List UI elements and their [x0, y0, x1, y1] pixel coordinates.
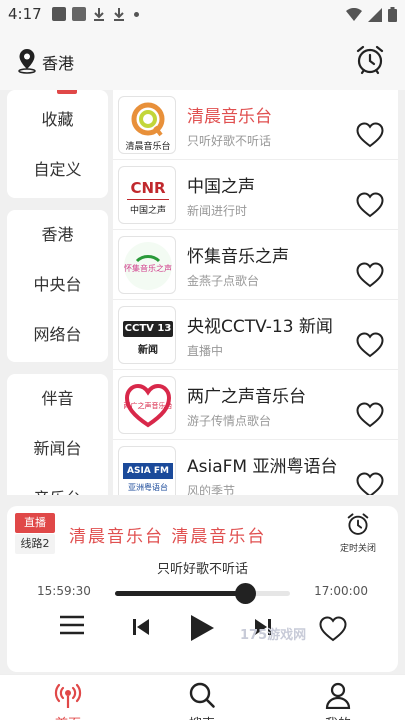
station-subtitle: 风的季节 — [187, 484, 236, 495]
station-row[interactable]: 清晨音乐台 清晨音乐台 只听好歌不听话 — [113, 90, 398, 160]
previous-icon[interactable] — [132, 618, 150, 636]
station-logo-subtext: 亚洲粤语台 — [128, 483, 168, 492]
status-time: 4:17 — [8, 5, 42, 23]
sleep-timer-label: 定时关闭 — [339, 544, 376, 554]
station-title: 央视CCTV-13 新闻 — [187, 317, 333, 337]
station-logo-subtext: 新闻 — [138, 345, 158, 356]
category-item-custom[interactable]: 自定义 — [7, 145, 108, 195]
notification-icons — [52, 7, 139, 21]
nav-mine-label: 我的 — [298, 713, 378, 720]
playlist-icon[interactable] — [59, 614, 85, 636]
station-logo-text: ASIA FM — [123, 463, 173, 479]
sleep-timer-button[interactable]: 定时关闭 — [336, 512, 380, 556]
radio-broadcast-icon — [54, 683, 82, 708]
category-group-regions: 香港 中央台 网络台 — [7, 210, 108, 362]
player-panel: 直播 线路2 清晨音乐台 清晨音乐台 定时关闭 只听好歌不听话 15:59:30… — [7, 506, 398, 672]
live-badge: 直播 — [15, 513, 55, 533]
favorite-heart-icon[interactable] — [356, 402, 384, 428]
more-notifications-icon — [134, 11, 139, 17]
nav-search-label: 搜索 — [162, 713, 242, 720]
station-title: 两广之声音乐台 — [187, 387, 306, 407]
now-playing-subtitle: 只听好歌不听话 — [156, 562, 248, 577]
station-title: 怀集音乐之声 — [187, 247, 289, 267]
battery-icon — [388, 7, 397, 22]
progress-fill — [115, 591, 245, 596]
station-title: 中国之声 — [187, 177, 255, 197]
selected-indicator — [57, 90, 77, 94]
location-label[interactable]: 香港 — [42, 50, 74, 74]
signal-icon — [368, 7, 382, 22]
station-logo: 清晨音乐台 — [118, 96, 176, 154]
station-logo-text: 清晨音乐台 — [125, 142, 171, 152]
station-list: 清晨音乐台 清晨音乐台 只听好歌不听话 CNR 中国之声 中国之声 新闻进行时 … — [113, 90, 398, 495]
station-logo-subtext: 中国之声 — [129, 206, 166, 216]
progress-thumb[interactable] — [234, 583, 256, 604]
station-logo: 怀集音乐之声 — [118, 236, 176, 294]
station-subtitle: 新闻进行时 — [187, 204, 248, 218]
station-logo: ASIA FM 亚洲粤语台 — [118, 446, 176, 495]
download-icon — [94, 8, 104, 21]
status-bar: 4:17 — [0, 0, 405, 30]
favorite-heart-icon[interactable] — [356, 262, 384, 288]
category-group-favorites: 收藏 自定义 — [7, 90, 108, 198]
alarm-clock-icon[interactable] — [355, 44, 385, 76]
favorite-heart-icon[interactable] — [319, 616, 347, 642]
category-item-hongkong[interactable]: 香港 — [7, 210, 108, 260]
progress-bar[interactable] — [115, 583, 290, 604]
station-subtitle: 只听好歌不听话 — [187, 134, 272, 148]
location-pin-icon[interactable] — [16, 48, 38, 74]
user-icon — [325, 682, 351, 710]
wifi-icon — [346, 7, 362, 21]
play-icon[interactable] — [189, 614, 215, 642]
category-item-news[interactable]: 新闻台 — [7, 424, 108, 474]
header: 香港 — [0, 30, 405, 90]
category-group-types: 伴音 新闻台 音乐台 — [7, 374, 108, 495]
station-subtitle: 直播中 — [187, 344, 224, 358]
nav-search[interactable] — [162, 681, 242, 713]
image-notification-icon — [72, 7, 86, 21]
category-item-music[interactable]: 音乐台 — [7, 474, 108, 495]
station-logo-text: CCTV 13 — [123, 321, 173, 337]
nav-home[interactable] — [28, 681, 108, 713]
station-row[interactable]: 怀集音乐之声 怀集音乐之声 金燕子点歌台 — [113, 230, 398, 300]
station-row[interactable]: ASIA FM 亚洲粤语台 AsiaFM 亚洲粤语台 风的季节 — [113, 440, 398, 495]
time-end: 17:00:00 — [314, 584, 368, 598]
alarm-clock-icon — [347, 513, 369, 535]
station-logo-text: 怀集音乐之声 — [124, 264, 172, 273]
category-item-accompany[interactable]: 伴音 — [7, 374, 108, 424]
station-title: AsiaFM 亚洲粤语台 — [187, 457, 338, 477]
station-row[interactable]: CCTV 13 新闻 央视CCTV-13 新闻 直播中 — [113, 300, 398, 370]
system-icons — [346, 7, 397, 22]
favorite-heart-icon[interactable] — [356, 192, 384, 218]
category-sidebar: 收藏 自定义 香港 中央台 网络台 伴音 新闻台 音乐台 — [0, 90, 112, 495]
watermark: 175游戏网 — [240, 628, 307, 643]
now-playing-title: 清晨音乐台 清晨音乐台 — [69, 527, 267, 547]
download-icon — [114, 8, 124, 21]
station-subtitle: 游子传情点歌台 — [187, 414, 272, 428]
logo-divider — [127, 199, 169, 200]
favorite-heart-icon[interactable] — [356, 332, 384, 358]
station-row[interactable]: 两广之声音乐台 两广之声音乐台 游子传情点歌台 — [113, 370, 398, 440]
favorite-heart-icon[interactable] — [356, 472, 384, 495]
search-icon — [189, 682, 215, 708]
nav-mine[interactable] — [298, 681, 378, 713]
category-item-network[interactable]: 网络台 — [7, 310, 108, 360]
station-subtitle: 金燕子点歌台 — [187, 274, 260, 288]
station-title: 清晨音乐台 — [187, 107, 272, 127]
station-row[interactable]: CNR 中国之声 中国之声 新闻进行时 — [113, 160, 398, 230]
category-item-central[interactable]: 中央台 — [7, 260, 108, 310]
station-logo: 两广之声音乐台 — [118, 376, 176, 434]
time-start: 15:59:30 — [37, 584, 91, 598]
bottom-nav: 首页 搜索 我的 — [0, 674, 405, 720]
category-item-favorites[interactable]: 收藏 — [7, 95, 108, 145]
nav-home-label: 首页 — [28, 713, 108, 720]
station-logo: CNR 中国之声 — [118, 166, 176, 224]
line-switch-button[interactable]: 线路2 — [15, 534, 55, 554]
notification-app-icon — [52, 7, 66, 21]
station-logo: CCTV 13 新闻 — [118, 306, 176, 364]
station-logo-text: 两广之声音乐台 — [123, 402, 173, 410]
favorite-heart-icon[interactable] — [356, 122, 384, 148]
station-logo-text: CNR — [130, 179, 166, 197]
